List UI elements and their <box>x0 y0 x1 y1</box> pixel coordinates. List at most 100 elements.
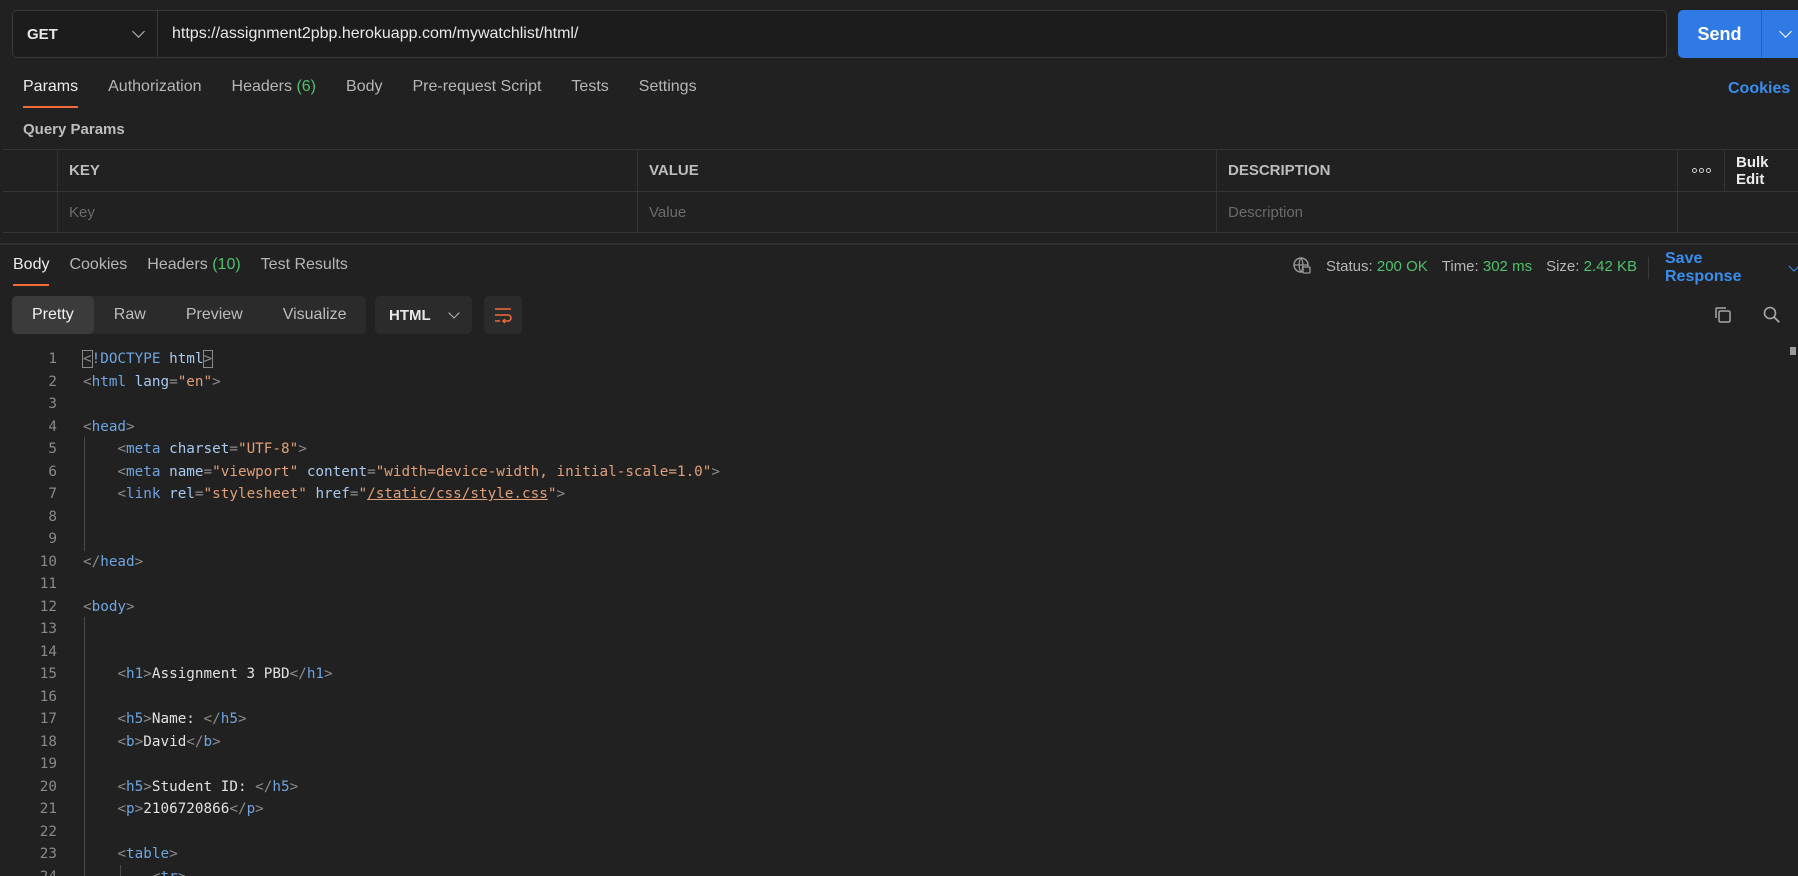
bulk-edit-button[interactable]: Bulk Edit <box>1725 150 1798 191</box>
line-number: 9 <box>48 531 57 548</box>
code-text: <table> <box>83 842 178 867</box>
view-pretty[interactable]: Pretty <box>12 296 94 334</box>
response-body-code-viewer[interactable]: 1 <!DOCTYPE html> 2 <html lang="en"> 3 4 <head… <box>0 348 720 876</box>
copy-button[interactable] <box>1712 304 1734 326</box>
line-number: 11 <box>39 576 57 593</box>
code-line: 1 <!DOCTYPE html> <box>0 348 720 371</box>
row-spacer <box>1725 192 1798 232</box>
code-line: 4 <head> <box>0 416 720 439</box>
tab-headers[interactable]: Headers (6) <box>232 78 317 108</box>
description-input[interactable]: Description <box>1217 192 1678 232</box>
row-checkbox <box>3 192 58 232</box>
line-number: 2 <box>48 373 57 390</box>
column-header-value: VALUE <box>638 150 1217 191</box>
request-tabs: Params Authorization Headers (6) Body Pr… <box>23 78 727 108</box>
method-select[interactable]: GET <box>13 11 158 57</box>
code-line: 10 </head> <box>0 551 720 574</box>
line-number: 5 <box>48 441 57 458</box>
tab-label: Settings <box>638 78 697 95</box>
tab-pre-request-script[interactable]: Pre-request Script <box>412 78 541 108</box>
code-line: 5 <meta charset="UTF-8"> <box>0 437 720 462</box>
size-value: 2.42 KB <box>1583 257 1637 275</box>
checkbox-column <box>3 150 58 191</box>
line-number: 23 <box>39 846 57 863</box>
code-text <box>83 504 117 529</box>
tab-test-results[interactable]: Test Results <box>261 256 348 286</box>
view-preview[interactable]: Preview <box>166 296 263 334</box>
tab-response-cookies[interactable]: Cookies <box>69 256 127 286</box>
code-line: 2 <html lang="en"> <box>0 371 720 394</box>
tab-response-headers[interactable]: Headers (10) <box>147 256 240 286</box>
code-text: <h5>Student ID: </h5> <box>83 774 298 799</box>
code-line: 22 <box>0 819 720 844</box>
size-info[interactable]: Size: 2.42 KB <box>1546 258 1637 275</box>
code-text: <meta charset="UTF-8"> <box>83 437 307 462</box>
scrollbar-thumb[interactable] <box>1790 347 1796 355</box>
size-label: Size: <box>1546 257 1580 275</box>
code-line: 24 <tr> <box>0 864 720 876</box>
tab-settings[interactable]: Settings <box>639 78 697 108</box>
search-button[interactable] <box>1761 304 1783 326</box>
time-info[interactable]: Time: 302 ms <box>1442 258 1532 275</box>
code-line: 3 <box>0 393 720 416</box>
line-number: 24 <box>0 869 57 876</box>
code-line: 16 <box>0 684 720 709</box>
tab-label: Body <box>13 256 50 273</box>
cookies-link[interactable]: Cookies <box>1728 80 1790 98</box>
tab-tests[interactable]: Tests <box>571 78 608 108</box>
response-status-bar: Status: 200 OK Time: 302 ms Size: 2.42 K… <box>1292 256 1651 276</box>
chevron-down-icon <box>1788 259 1798 272</box>
column-header-description: DESCRIPTION <box>1217 150 1678 191</box>
line-number: 6 <box>48 463 57 480</box>
code-text: <body> <box>83 598 135 615</box>
code-text: <tr> <box>83 864 186 876</box>
table-header-row: KEY VALUE DESCRIPTION Bulk Edit <box>3 150 1798 191</box>
code-line: 20 <h5>Student ID: </h5> <box>0 774 720 799</box>
format-select[interactable]: HTML <box>375 296 472 334</box>
line-number: 22 <box>39 823 57 840</box>
tab-params[interactable]: Params <box>23 78 79 108</box>
code-text: <h5>Name: </h5> <box>83 707 247 732</box>
code-line: 21 <p>2106720866</p> <box>0 797 720 822</box>
tab-label: Headers <box>147 256 208 273</box>
response-tabs: Body Cookies Headers (10) Test Results <box>13 256 368 286</box>
send-button-group: Send <box>1678 10 1798 58</box>
view-visualize[interactable]: Visualize <box>263 296 367 334</box>
code-line: 14 <box>0 639 720 664</box>
code-line: 6 <meta name="viewport" content="width=d… <box>0 459 720 484</box>
send-options-button[interactable] <box>1762 10 1798 58</box>
search-icon <box>1763 306 1780 323</box>
code-text <box>83 684 117 709</box>
save-response-button[interactable]: Save Response <box>1648 250 1798 285</box>
chevron-down-icon <box>132 25 145 38</box>
tab-count-badge: (6) <box>296 78 317 95</box>
tab-response-body[interactable]: Body <box>13 256 50 286</box>
view-raw[interactable]: Raw <box>94 296 166 334</box>
query-params-table: KEY VALUE DESCRIPTION Bulk Edit Key Valu… <box>3 149 1798 233</box>
code-text: </head> <box>83 553 144 570</box>
status-info[interactable]: Status: 200 OK <box>1326 258 1428 275</box>
code-text: <head> <box>83 418 135 435</box>
tab-label: Body <box>346 78 383 95</box>
globe-network-icon[interactable] <box>1292 256 1312 276</box>
tab-label: Params <box>23 78 79 95</box>
code-text: <html lang="en"> <box>83 373 221 390</box>
code-line: 18 <b>David</b> <box>0 729 720 754</box>
code-line: 11 <box>0 573 720 596</box>
wrap-lines-icon <box>495 308 512 324</box>
tab-body[interactable]: Body <box>346 78 382 108</box>
line-number: 20 <box>39 778 57 795</box>
pane-divider[interactable] <box>0 243 1798 245</box>
line-number: 10 <box>39 553 57 570</box>
value-input[interactable]: Value <box>638 192 1217 232</box>
more-options-button[interactable] <box>1678 150 1725 191</box>
wrap-lines-button[interactable] <box>484 296 522 334</box>
tab-authorization[interactable]: Authorization <box>108 78 201 108</box>
line-number: 4 <box>48 418 57 435</box>
key-input[interactable]: Key <box>58 192 638 232</box>
send-button[interactable]: Send <box>1678 10 1762 58</box>
view-mode-switcher: Pretty Raw Preview Visualize <box>12 296 367 334</box>
copy-icon <box>1715 307 1731 323</box>
url-input[interactable]: https://assignment2pbp.herokuapp.com/myw… <box>158 11 1666 57</box>
code-text: <p>2106720866</p> <box>83 797 264 822</box>
